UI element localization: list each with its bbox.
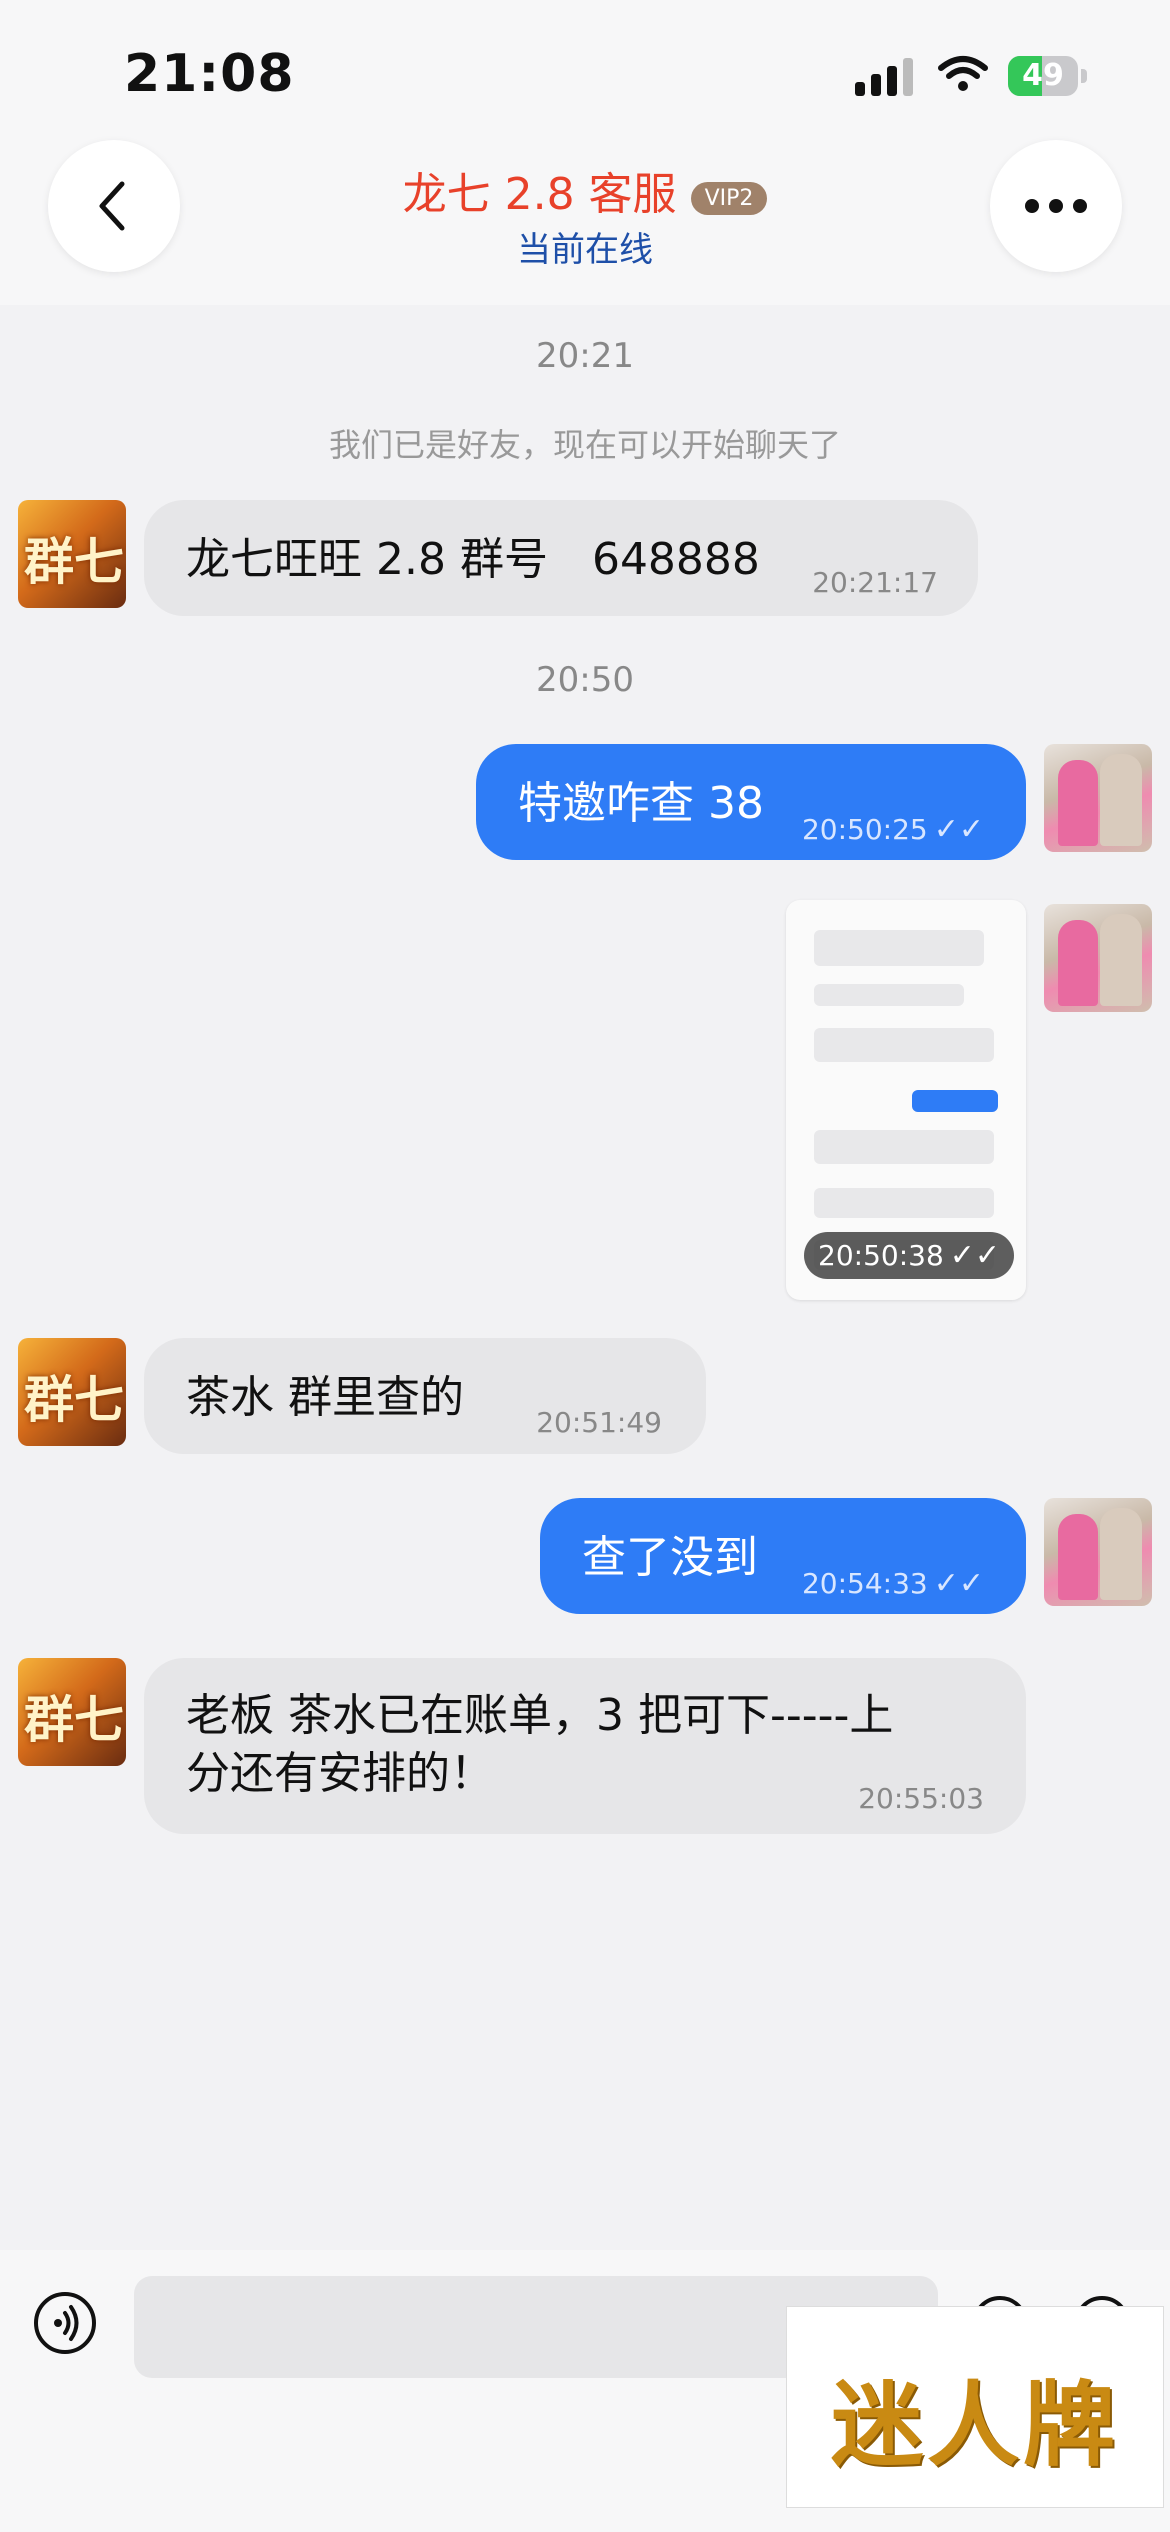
my-avatar[interactable] [1044, 1498, 1152, 1606]
battery-icon: 49 [1008, 56, 1078, 96]
status-bar: 21:08 49 [0, 0, 1170, 140]
avatar-glyph: 群七 [24, 533, 124, 591]
contact-avatar[interactable]: 群七 [18, 500, 126, 608]
cellular-signal-icon [855, 58, 917, 96]
avatar-glyph: 群七 [24, 1371, 124, 1429]
message-text: 茶水 群里查的 [186, 1372, 464, 1423]
wifi-icon [938, 56, 988, 91]
message-time: 20:21:17 [812, 566, 938, 599]
watermark: 迷人牌 [786, 2306, 1164, 2508]
message-time-wrap: 20:50:25 ✓✓ [802, 812, 984, 847]
contact-avatar[interactable]: 群七 [18, 1658, 126, 1766]
message-bubble-outgoing[interactable]: 查了没到 20:54:33 ✓✓ [540, 1498, 1026, 1614]
battery-tip [1081, 69, 1087, 83]
battery-percent: 49 [1022, 58, 1064, 93]
message-time: 20:51:49 [536, 1406, 662, 1439]
clock: 21:08 [124, 44, 295, 104]
message-time: 20:55:03 [858, 1782, 984, 1815]
contact-avatar[interactable]: 群七 [18, 1338, 126, 1446]
read-check-icon: ✓✓ [933, 1566, 984, 1601]
message-bubble-incoming[interactable]: 龙七旺旺 2.8 群号 648888 20:21:17 [144, 500, 978, 616]
watermark-text: 迷人牌 [830, 2372, 1119, 2479]
timestamp-divider: 20:50 [536, 660, 634, 700]
message-bubble-outgoing[interactable]: 特邀咋查 38 20:50:25 ✓✓ [476, 744, 1026, 860]
message-time: 20:50:25 [801, 813, 928, 846]
voice-input-button[interactable] [34, 2292, 96, 2354]
message-text-line-2: 分还有安排的！ [186, 1748, 494, 1799]
avatar-glyph: 群七 [24, 1691, 124, 1749]
message-bubble-incoming[interactable]: 老板 茶水已在账单，3 把可下-----上 分还有安排的！ 20:55:03 [144, 1658, 1026, 1834]
my-avatar[interactable] [1044, 744, 1152, 852]
message-text: 查了没到 [582, 1532, 758, 1583]
vip-badge: VIP2 [690, 182, 768, 215]
message-bubble-incoming[interactable]: 茶水 群里查的 20:51:49 [144, 1338, 706, 1454]
chat-title: 龙七 2.8 客服 [402, 169, 677, 220]
message-text: 龙七旺旺 2.8 群号 648888 [186, 534, 760, 585]
system-note: 我们已是好友，现在可以开始聊天了 [328, 426, 841, 464]
read-check-icon: ✓✓ [949, 1238, 1001, 1273]
read-check-icon: ✓✓ [933, 812, 984, 847]
message-text-line-1: 老板 茶水已在账单，3 把可下-----上 [186, 1690, 894, 1741]
message-text: 特邀咋查 38 [518, 778, 764, 829]
image-time-badge: 20:50:38 ✓✓ [804, 1232, 1015, 1279]
message-time: 20:50:38 [818, 1239, 944, 1272]
timestamp-divider: 20:21 [536, 336, 634, 376]
more-options-button[interactable] [990, 140, 1122, 272]
my-avatar[interactable] [1044, 904, 1152, 1012]
voice-wave-icon [54, 2305, 79, 2341]
message-time-wrap: 20:54:33 ✓✓ [802, 1566, 984, 1601]
message-time: 20:54:33 [801, 1567, 928, 1600]
more-dots-icon [1025, 199, 1087, 213]
